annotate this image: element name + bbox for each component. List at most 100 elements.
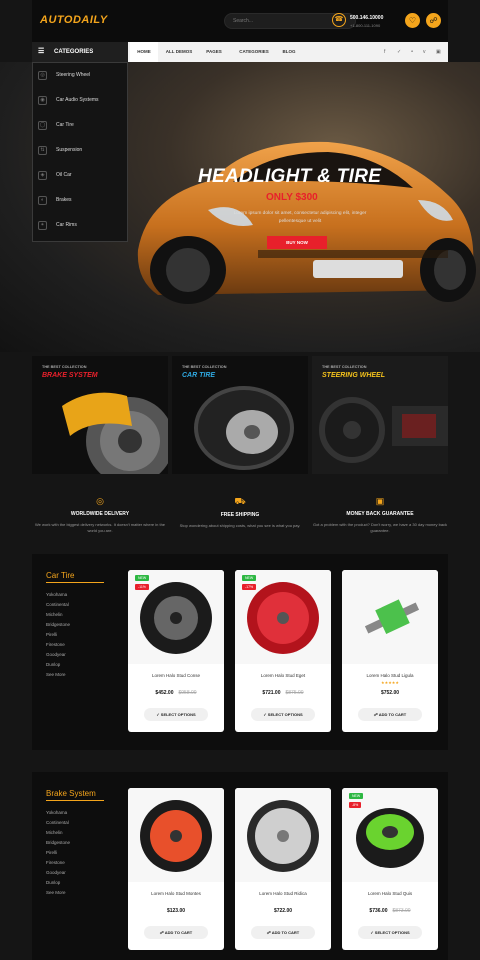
product-card[interactable]: NEW -11% Lorem Halo Stud Conse $452.00 $9… (128, 570, 224, 732)
product-card[interactable]: NEW -8% Lorem Halo Stud Quis $736.00 $873… (342, 788, 438, 950)
product-image[interactable] (235, 788, 331, 882)
category-label: Car Tire (56, 122, 74, 128)
categories-label: CATEGORIES (54, 49, 94, 55)
banner-pretitle: THE BEST COLLECTION (42, 365, 87, 369)
hero-description: Lorem ipsum dolor sit amet, consectetur … (233, 211, 367, 224)
instagram-icon[interactable]: ▣ (436, 42, 441, 62)
nav-categories[interactable]: CATEGORIES (234, 42, 274, 62)
phone-subtext: +1-800-111-1090 (350, 23, 381, 28)
price-old: $875.00 (285, 690, 304, 696)
brand-link[interactable]: Firestone (46, 642, 65, 647)
product-name[interactable]: Lorem Halo Stud Ridica (235, 891, 331, 896)
banner-title: STEERING WHEEL (322, 372, 386, 379)
category-item-car-rims[interactable]: ✴ Car Rims (33, 213, 127, 238)
banner-pretitle: THE BEST COLLECTION (182, 365, 227, 369)
banner-brake-system[interactable]: THE BEST COLLECTION BRAKE SYSTEM (32, 356, 168, 474)
banner-pretitle: THE BEST COLLECTION (322, 365, 367, 369)
wishlist-button[interactable]: ♡ (405, 13, 420, 28)
category-item-brakes[interactable]: ◐ Brakes (33, 188, 127, 213)
brand-link[interactable]: Pirelli (46, 850, 57, 855)
hero-subtitle: ONLY $300 (266, 192, 318, 203)
add-to-cart-button[interactable]: ☍ ADD TO CART (358, 708, 422, 721)
site-logo[interactable]: AUTODAILY (40, 14, 108, 26)
product-name[interactable]: Lorem Halo Stud Eget (235, 673, 331, 678)
category-item-steering-wheel[interactable]: ◎ Steering Wheel (33, 63, 127, 88)
brand-link[interactable]: Continental (46, 602, 69, 607)
brand-link[interactable]: Michelin (46, 830, 63, 835)
rating-stars: ★★★★★ (381, 680, 399, 685)
feature-text: We work with the biggest delivery networ… (34, 522, 166, 533)
page: AUTODAILY Search... ☎ 500.146.10000 +1-8… (0, 0, 480, 960)
category-label: Oil Car (56, 172, 72, 178)
menu-icon: ☰ (38, 48, 45, 55)
brand-link[interactable]: Bridgestone (46, 622, 70, 627)
category-item-car-tire[interactable]: ◯ Car Tire (33, 113, 127, 138)
product-price: $123.00 (128, 908, 224, 914)
banner-car-tire[interactable]: THE BEST COLLECTION CAR TIRE (172, 356, 308, 474)
brand-link[interactable]: Bridgestone (46, 840, 70, 845)
category-item-oil-car[interactable]: ◈ Oil Car (33, 163, 127, 188)
category-item-car-audio[interactable]: ◉ Car Audio Systems (33, 88, 127, 113)
category-menu: ◎ Steering Wheel ◉ Car Audio Systems ◯ Car … (32, 62, 128, 242)
facebook-icon[interactable]: f (384, 42, 385, 62)
feature-text: Stop wondering about shipping costs, wha… (179, 523, 301, 528)
brake-icon: ◐ (38, 196, 47, 205)
banner-title: BRAKE SYSTEM (42, 372, 98, 379)
product-card[interactable]: Lorem Halo Stud Ligula ★★★★★ $752.00 ☍ A… (342, 570, 438, 732)
cart-button[interactable]: ☍ (426, 13, 441, 28)
brand-link[interactable]: Pirelli (46, 632, 57, 637)
category-label: Suspension (56, 147, 83, 153)
heart-icon: ♡ (408, 16, 417, 25)
price-current: $452.00 (155, 690, 174, 696)
select-options-button[interactable]: ✓ SELECT OPTIONS (358, 926, 422, 939)
product-name[interactable]: Lorem Halo Stud Quis (342, 891, 438, 896)
product-name[interactable]: Lorem Halo Stud Montes (128, 891, 224, 896)
nav-home[interactable]: HOME (130, 42, 158, 62)
brand-link[interactable]: Dunlop (46, 662, 60, 667)
select-options-button[interactable]: ✓ SELECT OPTIONS (144, 708, 208, 721)
nav-blog[interactable]: BLOG (278, 42, 300, 62)
steering-wheel-icon: ◎ (38, 71, 47, 80)
main-nav: ☰ CATEGORIES HOME ALL DEMOS PAGES CATEGO… (32, 42, 448, 62)
brand-link[interactable]: Goodyear (46, 652, 66, 657)
brand-link[interactable]: Firestone (46, 860, 65, 865)
add-to-cart-button[interactable]: ☍ ADD TO CART (144, 926, 208, 939)
tire-icon: ◯ (38, 121, 47, 130)
product-image[interactable] (128, 788, 224, 882)
select-options-button[interactable]: ✓ SELECT OPTIONS (251, 708, 315, 721)
hero-car-image (137, 141, 476, 304)
categories-toggle[interactable]: ☰ CATEGORIES (32, 42, 128, 62)
category-item-suspension[interactable]: ⇅ Suspension (33, 138, 127, 163)
feature-title: WORLDWIDE DELIVERY (70, 511, 130, 517)
twitter-icon[interactable]: ✓ (397, 42, 401, 62)
product-card[interactable]: Lorem Halo Stud Montes $123.00 ☍ ADD TO … (128, 788, 224, 950)
price-old: $958.00 (178, 690, 197, 696)
product-image[interactable] (342, 570, 438, 664)
product-card[interactable]: Lorem Halo Stud Ridica $722.00 ☍ ADD TO … (235, 788, 331, 950)
category-label: Car Rims (56, 222, 77, 228)
price-current: $123.00 (166, 908, 186, 914)
banner-steering-wheel[interactable]: THE BEST COLLECTION STEERING WHEEL (312, 356, 448, 474)
brand-link[interactable]: Yokohama (46, 810, 67, 815)
brand-link[interactable]: Michelin (46, 612, 63, 617)
product-name[interactable]: Lorem Halo Stud Ligula (342, 673, 438, 678)
brand-link[interactable]: Dunlop (46, 880, 60, 885)
brand-link[interactable]: Goodyear (46, 870, 66, 875)
brand-link[interactable]: Yokohama (46, 592, 67, 597)
product-card[interactable]: NEW -17% Lorem Halo Stud Eget $721.00 $87… (235, 570, 331, 732)
hero-title: HEADLIGHT & TIRE (198, 166, 382, 187)
sale-badge: -8% (349, 802, 362, 808)
add-to-cart-button[interactable]: ☍ ADD TO CART (251, 926, 315, 939)
nav-pages[interactable]: PAGES (202, 42, 226, 62)
see-more-link[interactable]: See More (46, 890, 66, 895)
nav-all-demos[interactable]: ALL DEMOS (162, 42, 196, 62)
vimeo-icon[interactable]: v (423, 42, 426, 62)
new-badge: NEW (242, 575, 257, 581)
banner-title: CAR TIRE (182, 372, 216, 379)
pinterest-icon[interactable]: ⚬ (410, 42, 414, 62)
button-label: SELECT OPTIONS (267, 712, 303, 717)
brand-link[interactable]: Continental (46, 820, 69, 825)
buy-now-button[interactable]: BUY NOW (267, 236, 327, 249)
see-more-link[interactable]: See More (46, 672, 66, 677)
product-name[interactable]: Lorem Halo Stud Conse (128, 673, 224, 678)
